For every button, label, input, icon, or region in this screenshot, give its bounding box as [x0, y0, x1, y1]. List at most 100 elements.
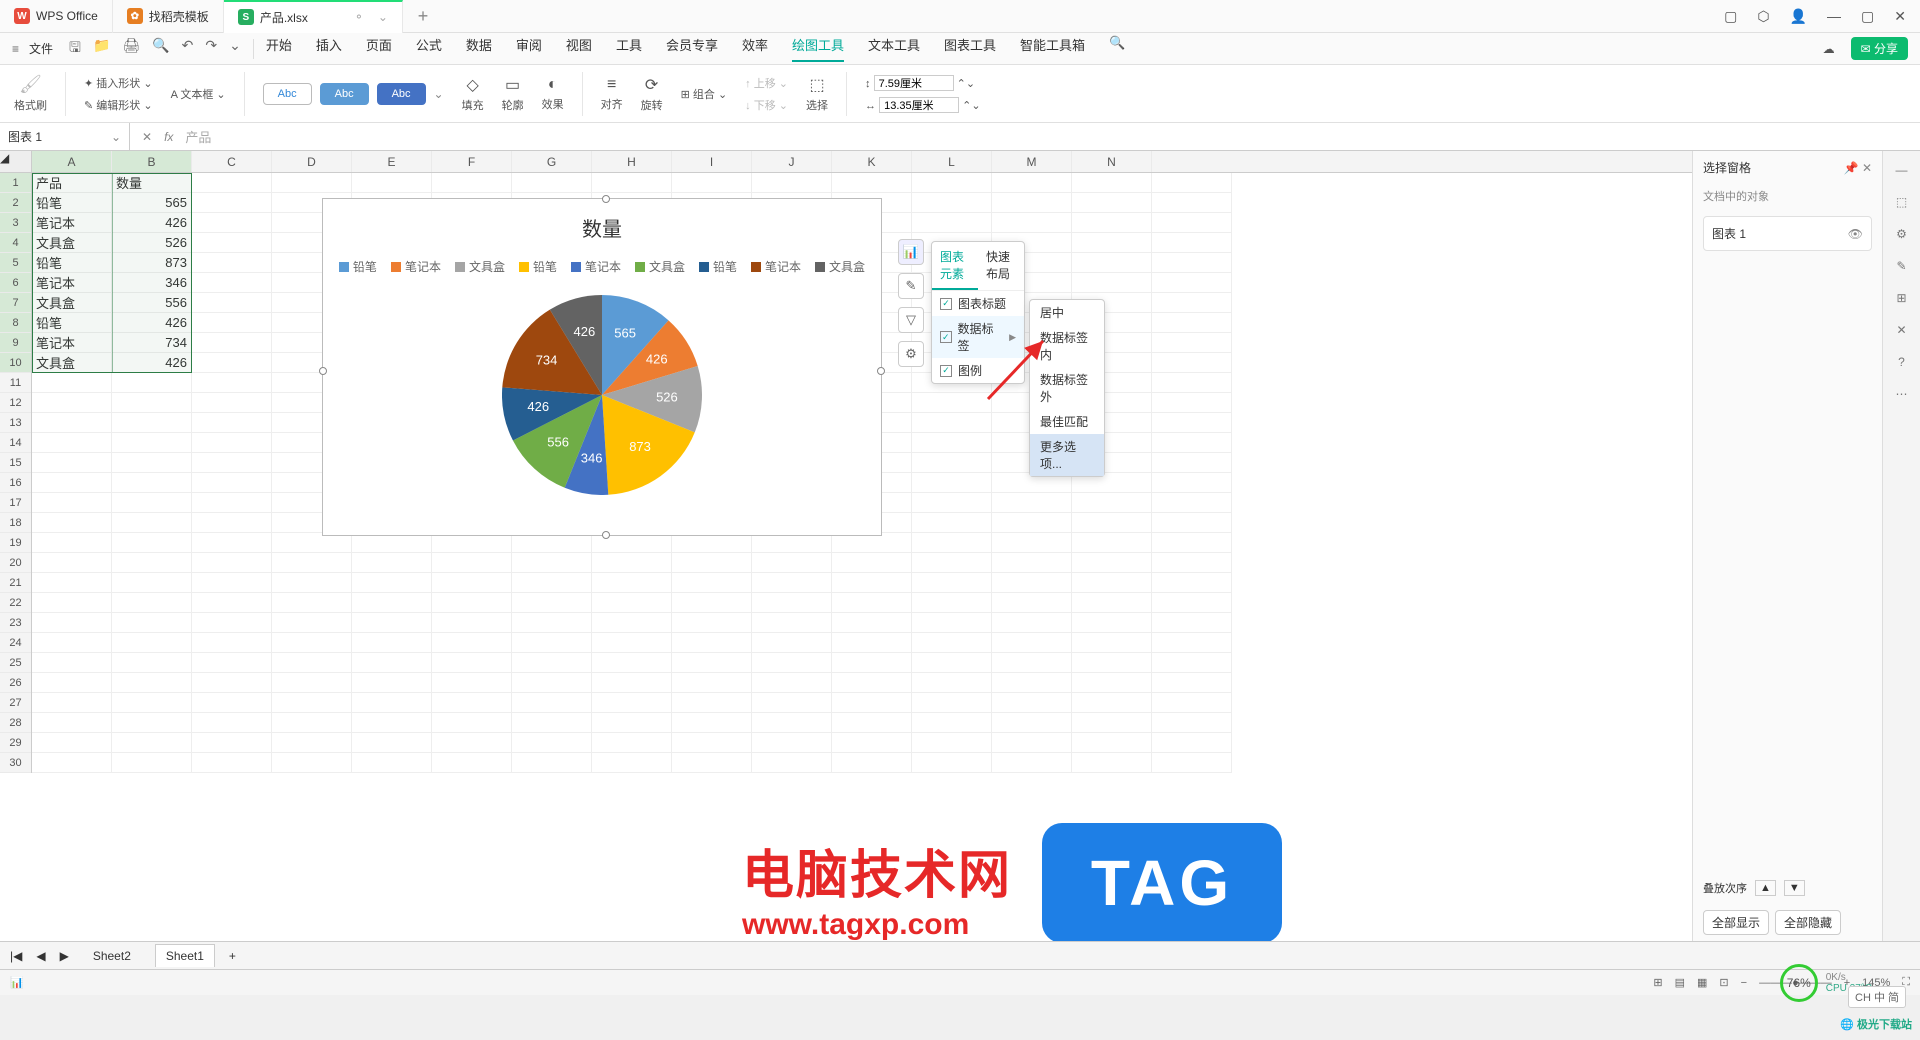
cell[interactable] — [912, 573, 992, 593]
cell[interactable] — [912, 393, 992, 413]
col-header[interactable]: F — [432, 151, 512, 172]
row-header[interactable]: 11 — [0, 373, 31, 393]
cell[interactable] — [352, 753, 432, 773]
cell[interactable] — [592, 713, 672, 733]
cell[interactable] — [752, 173, 832, 193]
close-pane-icon[interactable]: ✕ — [1862, 161, 1872, 175]
col-header[interactable]: J — [752, 151, 832, 172]
outline-button[interactable]: ▭轮廓 — [502, 75, 524, 113]
cell[interactable] — [1152, 733, 1232, 753]
cell[interactable] — [912, 533, 992, 553]
cell[interactable] — [192, 233, 272, 253]
resize-handle[interactable] — [877, 367, 885, 375]
cell[interactable] — [1072, 493, 1152, 513]
cell[interactable] — [272, 653, 352, 673]
cell[interactable] — [912, 193, 992, 213]
cell[interactable]: 426 — [112, 213, 192, 233]
save-icon[interactable]: 🖫 — [69, 37, 81, 61]
search-icon[interactable]: 🔍 — [1109, 35, 1125, 62]
moveup-button[interactable]: ↑ 上移 ⌄ — [745, 75, 788, 91]
tab-elements[interactable]: 图表元素 — [932, 242, 978, 290]
cell[interactable] — [672, 693, 752, 713]
cell[interactable] — [192, 733, 272, 753]
cell[interactable] — [752, 593, 832, 613]
select-button[interactable]: ⬚选择 — [806, 75, 828, 113]
cell[interactable] — [752, 673, 832, 693]
cell[interactable] — [752, 693, 832, 713]
cell[interactable] — [112, 633, 192, 653]
cell[interactable] — [592, 653, 672, 673]
menu-chart[interactable]: 图表工具 — [944, 35, 996, 62]
menu-vip[interactable]: 会员专享 — [666, 35, 718, 62]
cell[interactable] — [272, 573, 352, 593]
cell[interactable] — [1072, 553, 1152, 573]
style-dropdown-icon[interactable]: ⌄ — [434, 87, 444, 101]
cell[interactable] — [912, 413, 992, 433]
cell[interactable] — [832, 713, 912, 733]
cell[interactable] — [192, 373, 272, 393]
cell[interactable] — [432, 573, 512, 593]
undo-icon[interactable]: ↶ — [182, 37, 194, 61]
sheet-tab[interactable]: Sheet2 — [83, 945, 141, 967]
legend-item[interactable]: 铅笔 — [699, 258, 737, 275]
cell[interactable] — [1152, 453, 1232, 473]
cell[interactable] — [512, 533, 592, 553]
cell[interactable] — [192, 273, 272, 293]
cell[interactable] — [432, 553, 512, 573]
cell[interactable] — [1152, 413, 1232, 433]
cell[interactable] — [352, 613, 432, 633]
col-header[interactable]: A — [32, 151, 112, 172]
cell[interactable] — [192, 753, 272, 773]
show-all-button[interactable]: 全部显示 — [1703, 910, 1769, 935]
col-header[interactable]: B — [112, 151, 192, 172]
cell[interactable] — [592, 673, 672, 693]
cell[interactable] — [352, 693, 432, 713]
cube-icon[interactable]: ⬡ — [1757, 8, 1769, 25]
cell[interactable] — [912, 513, 992, 533]
cell[interactable] — [1152, 473, 1232, 493]
cell[interactable] — [272, 673, 352, 693]
cell[interactable] — [192, 293, 272, 313]
cell[interactable] — [832, 533, 912, 553]
chevron-down-icon[interactable]: ⌄ — [111, 130, 121, 144]
row-header[interactable]: 6 — [0, 273, 31, 293]
cell[interactable] — [32, 413, 112, 433]
col-header[interactable]: G — [512, 151, 592, 172]
cell[interactable] — [1152, 393, 1232, 413]
row-header[interactable]: 24 — [0, 633, 31, 653]
more-icon[interactable]: ⋯ — [1896, 387, 1908, 401]
cell[interactable] — [752, 713, 832, 733]
cell[interactable] — [512, 633, 592, 653]
tab-layout[interactable]: 快速布局 — [978, 242, 1024, 290]
cell[interactable] — [1072, 593, 1152, 613]
print-icon[interactable]: 🖨 — [122, 37, 140, 61]
insert-shape-button[interactable]: ✦ 插入形状 ⌄ — [84, 75, 153, 91]
more-icon[interactable]: ⌄ — [229, 37, 241, 61]
group-button[interactable]: ⊞ 组合 ⌄ — [681, 86, 728, 102]
resize-handle[interactable] — [602, 531, 610, 539]
cell[interactable] — [1072, 673, 1152, 693]
cell[interactable] — [592, 593, 672, 613]
style-3[interactable]: Abc — [377, 83, 426, 105]
cell[interactable] — [1152, 573, 1232, 593]
cell[interactable] — [192, 453, 272, 473]
cell[interactable] — [32, 753, 112, 773]
cell[interactable] — [672, 593, 752, 613]
cell[interactable] — [592, 633, 672, 653]
cell[interactable] — [112, 453, 192, 473]
fill-button[interactable]: ◇填充 — [462, 75, 484, 113]
col-header[interactable]: E — [352, 151, 432, 172]
row-header[interactable]: 29 — [0, 733, 31, 753]
cell[interactable]: 426 — [112, 353, 192, 373]
cell[interactable] — [1152, 373, 1232, 393]
cell[interactable] — [112, 733, 192, 753]
cell[interactable] — [192, 433, 272, 453]
cell[interactable] — [352, 553, 432, 573]
cell[interactable]: 文具盒 — [32, 233, 112, 253]
cell[interactable] — [672, 633, 752, 653]
new-tab-button[interactable]: + — [403, 6, 433, 27]
cell[interactable] — [352, 653, 432, 673]
cell[interactable] — [512, 753, 592, 773]
row-header[interactable]: 19 — [0, 533, 31, 553]
select-all-corner[interactable]: ◢ — [0, 151, 32, 172]
